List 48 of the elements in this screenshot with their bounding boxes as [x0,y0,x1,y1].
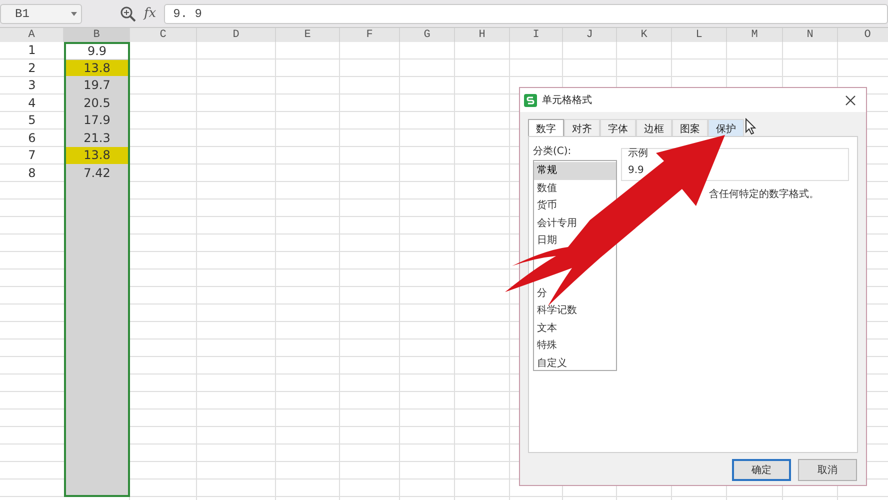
dialog-button[interactable]: 确定 [732,459,791,481]
row-number: 7 [27,147,37,164]
list-item[interactable]: 特殊 [534,337,559,354]
name-box[interactable]: B1 [0,4,82,24]
tab[interactable]: 保护 [708,119,744,136]
list-item[interactable]: 常规 [534,162,616,180]
category-list[interactable]: 常规 数值 货币 会计专用 日期 分 科学记数 文本 特殊 自定义 [533,160,617,371]
list-item[interactable]: 分 [534,284,549,302]
tab[interactable]: 字体 [600,119,636,136]
formula-label: fx [144,6,156,21]
column-header[interactable]: B [64,28,130,42]
tab[interactable]: 边框 [636,119,672,136]
list-item[interactable]: 文本 [534,320,559,337]
sample-value: 9.9 [628,165,644,176]
list-item[interactable]: 日期 [534,232,559,250]
list-item[interactable]: 科学记数 [534,302,579,320]
list-item[interactable]: 数值 [534,180,559,197]
tab[interactable]: 对齐 [564,119,600,136]
description-text: 含任何特定的数字格式。 [708,188,819,201]
row-number: 4 [27,94,37,112]
list-item[interactable]: 货币 [534,197,559,214]
table-cell-text: 7.42 [82,164,112,181]
table-cell: 13.8 [66,60,128,76]
close-icon[interactable] [845,94,856,106]
zoom-icon[interactable] [120,6,136,22]
dialog-title: 单元格格式 [542,94,593,107]
row-number: 5 [27,112,37,129]
row-number: 3 [27,77,37,94]
sample-label: 示例 [628,147,648,160]
table-cell: 13.8 [66,147,128,164]
row-number: 8 [27,164,37,182]
table-cell-text: 19.7 [82,77,112,94]
list-item[interactable]: 自定义 [534,354,569,372]
table-cell-text: 17.9 [82,112,112,128]
row-number: 6 [27,130,37,146]
category-label: 分类(C): [533,144,572,158]
tab[interactable]: 数字 [528,119,564,136]
tab[interactable]: 图案 [672,119,708,136]
table-cell-text: 21.3 [82,130,112,146]
dropdown-icon[interactable] [71,12,77,16]
app-icon [524,94,537,106]
dialog-button[interactable]: 取消 [798,459,857,481]
formula-field[interactable]: 9. 9 [164,4,888,24]
list-item[interactable]: 会计专用 [534,214,579,232]
table-cell: 9.9 [66,44,128,58]
row-number: 1 [27,42,37,59]
table-cell-text: 20.5 [82,94,112,111]
row-number: 2 [27,60,37,76]
